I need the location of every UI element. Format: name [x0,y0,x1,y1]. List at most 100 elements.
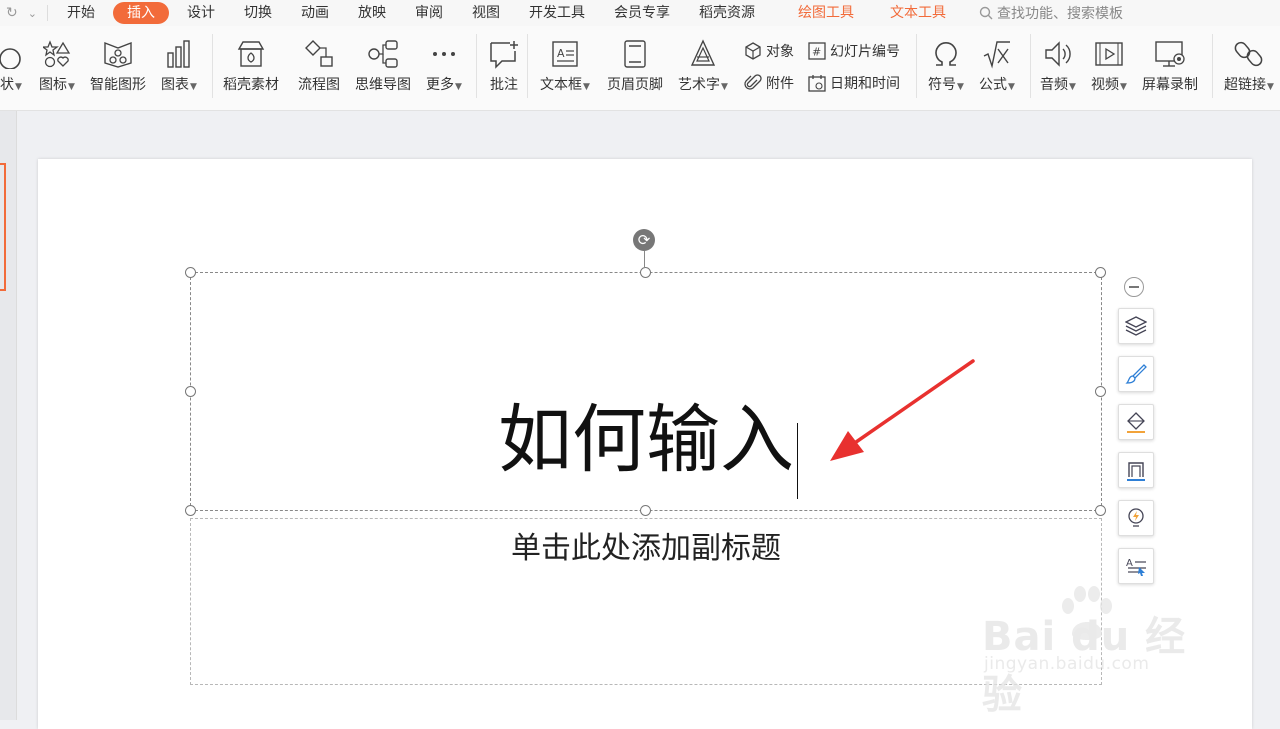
hyperlink-label: 超链接 [1224,77,1266,93]
smart-suggestion-button[interactable] [1118,500,1154,536]
resize-handle-sw[interactable] [185,505,196,516]
more-button[interactable]: 更多▼ [426,36,462,94]
red-arrow-annotation [830,359,975,461]
redo-icon[interactable]: ↻ [6,5,18,21]
text-cursor [797,423,798,499]
resize-handle-se[interactable] [1095,505,1106,516]
tab-design[interactable]: 设计 [176,2,226,24]
resize-handle-n[interactable] [640,267,651,278]
icons-label: 图标 [39,77,67,93]
formula-button[interactable]: 公式▼ [979,36,1015,94]
video-icon [1095,42,1123,66]
resize-handle-w[interactable] [185,386,196,397]
search-icon [979,6,993,20]
icons-button[interactable]: 图标▼ [39,36,75,94]
quick-access-toolbar: ↻ ⌄ [6,5,37,21]
rotate-handle-icon[interactable]: ⟳ [633,229,655,251]
tab-drawing-tools[interactable]: 绘图工具 [787,2,865,24]
ribbon-insert: 状▼ 图标▼ 智能图形 图表▼ 稻壳素材 流程图 思维导图 更多▼ 批注 A 文… [0,26,1280,111]
resize-handle-e[interactable] [1095,386,1106,397]
omega-icon [935,42,957,66]
flowchart-button[interactable]: 流程图 [298,36,340,94]
mindmap-button[interactable]: 思维导图 [355,36,411,94]
screen-record-button[interactable]: 屏幕录制 [1142,36,1198,94]
tab-review[interactable]: 审阅 [404,2,454,24]
video-button[interactable]: 视频▼ [1091,36,1127,94]
tab-docer-resources[interactable]: 稻壳资源 [688,2,766,24]
symbol-label: 符号 [928,77,956,93]
outline-button[interactable] [1118,452,1154,488]
object-label: 对象 [766,44,794,60]
formula-icon [983,41,1010,69]
comment-button[interactable]: 批注 [488,36,520,94]
cube-icon [745,42,761,60]
attachment-label: 附件 [766,76,794,92]
smartart-button[interactable]: 智能图形 [90,36,146,94]
ribbon-divider [1030,34,1031,98]
comment-label: 批注 [490,77,518,93]
tab-membership[interactable]: 会员专享 [603,2,681,24]
formula-label: 公式 [979,77,1007,93]
flowchart-icon [305,40,333,67]
tab-slideshow[interactable]: 放映 [347,2,397,24]
tab-developer[interactable]: 开发工具 [518,2,596,24]
audio-button[interactable]: 音频▼ [1040,36,1076,94]
smartart-icon [104,41,132,68]
layers-icon [1125,316,1147,336]
subtitle-textbox[interactable]: 单击此处添加副标题 [190,518,1102,685]
tab-text-tools[interactable]: 文本工具 [879,2,957,24]
ribbon-divider [527,34,528,98]
docer-material-icon [237,41,265,67]
icons-icon [42,40,71,68]
wordart-button[interactable]: 艺术字▼ [678,36,728,94]
chevron-down-icon[interactable]: ⌄ [28,7,37,20]
slide-thumbnail-panel[interactable] [0,111,17,720]
tab-home[interactable]: 开始 [56,2,106,24]
ribbon-divider [916,34,917,98]
calendar-icon [808,75,826,92]
mindmap-label: 思维导图 [355,77,411,93]
smartart-label: 智能图形 [90,77,146,93]
link-icon [1234,41,1263,67]
symbol-button[interactable]: 符号▼ [928,36,964,94]
resize-handle-s[interactable] [640,505,651,516]
attachment-button[interactable]: 附件 [744,73,794,93]
textbox-icon: A [552,41,578,67]
more-label: 更多 [426,77,454,93]
hyperlink-button[interactable]: 超链接▼ [1224,36,1274,94]
textbox-button[interactable]: A 文本框▼ [540,36,590,94]
slide-number-button[interactable]: # 幻灯片编号 [808,41,900,61]
svg-text:#: # [812,46,821,59]
ribbon-divider [1212,34,1213,98]
baidu-jingyan-watermark: Bai du 经验 jingyan.baidu.com [982,584,1222,718]
chart-icon [167,40,190,68]
audio-label: 音频 [1040,77,1068,93]
date-time-button[interactable]: 日期和时间 [808,73,900,93]
shapes-button[interactable]: 状▼ [0,36,24,94]
textbox-label: 文本框 [540,77,582,93]
chart-button[interactable]: 图表▼ [161,36,197,94]
subtitle-placeholder[interactable]: 单击此处添加副标题 [191,523,1101,567]
collapse-icon[interactable] [1124,277,1144,297]
header-footer-button[interactable]: 页眉页脚 [607,36,663,94]
ribbon-divider [212,34,213,98]
resize-handle-ne[interactable] [1095,267,1106,278]
tab-insert[interactable]: 插入 [112,2,169,24]
resize-handle-nw[interactable] [185,267,196,278]
hash-icon: # [808,42,826,60]
tab-animations[interactable]: 动画 [290,2,340,24]
feature-search[interactable]: 查找功能、搜索模板 [979,3,1123,23]
speaker-icon [1045,41,1071,67]
text-format-button[interactable]: A [1118,548,1154,584]
flowchart-label: 流程图 [298,77,340,93]
object-button[interactable]: 对象 [744,41,794,61]
rotate-handle-stem [644,251,645,267]
tab-transitions[interactable]: 切换 [233,2,283,24]
layers-button[interactable] [1118,308,1154,344]
docer-material-button[interactable]: 稻壳素材 [223,36,279,94]
docer-material-label: 稻壳素材 [223,77,279,93]
fill-button[interactable] [1118,404,1154,440]
brush-button[interactable] [1118,356,1154,392]
tab-view[interactable]: 视图 [461,2,511,24]
selected-slide-thumbnail[interactable] [0,163,6,291]
